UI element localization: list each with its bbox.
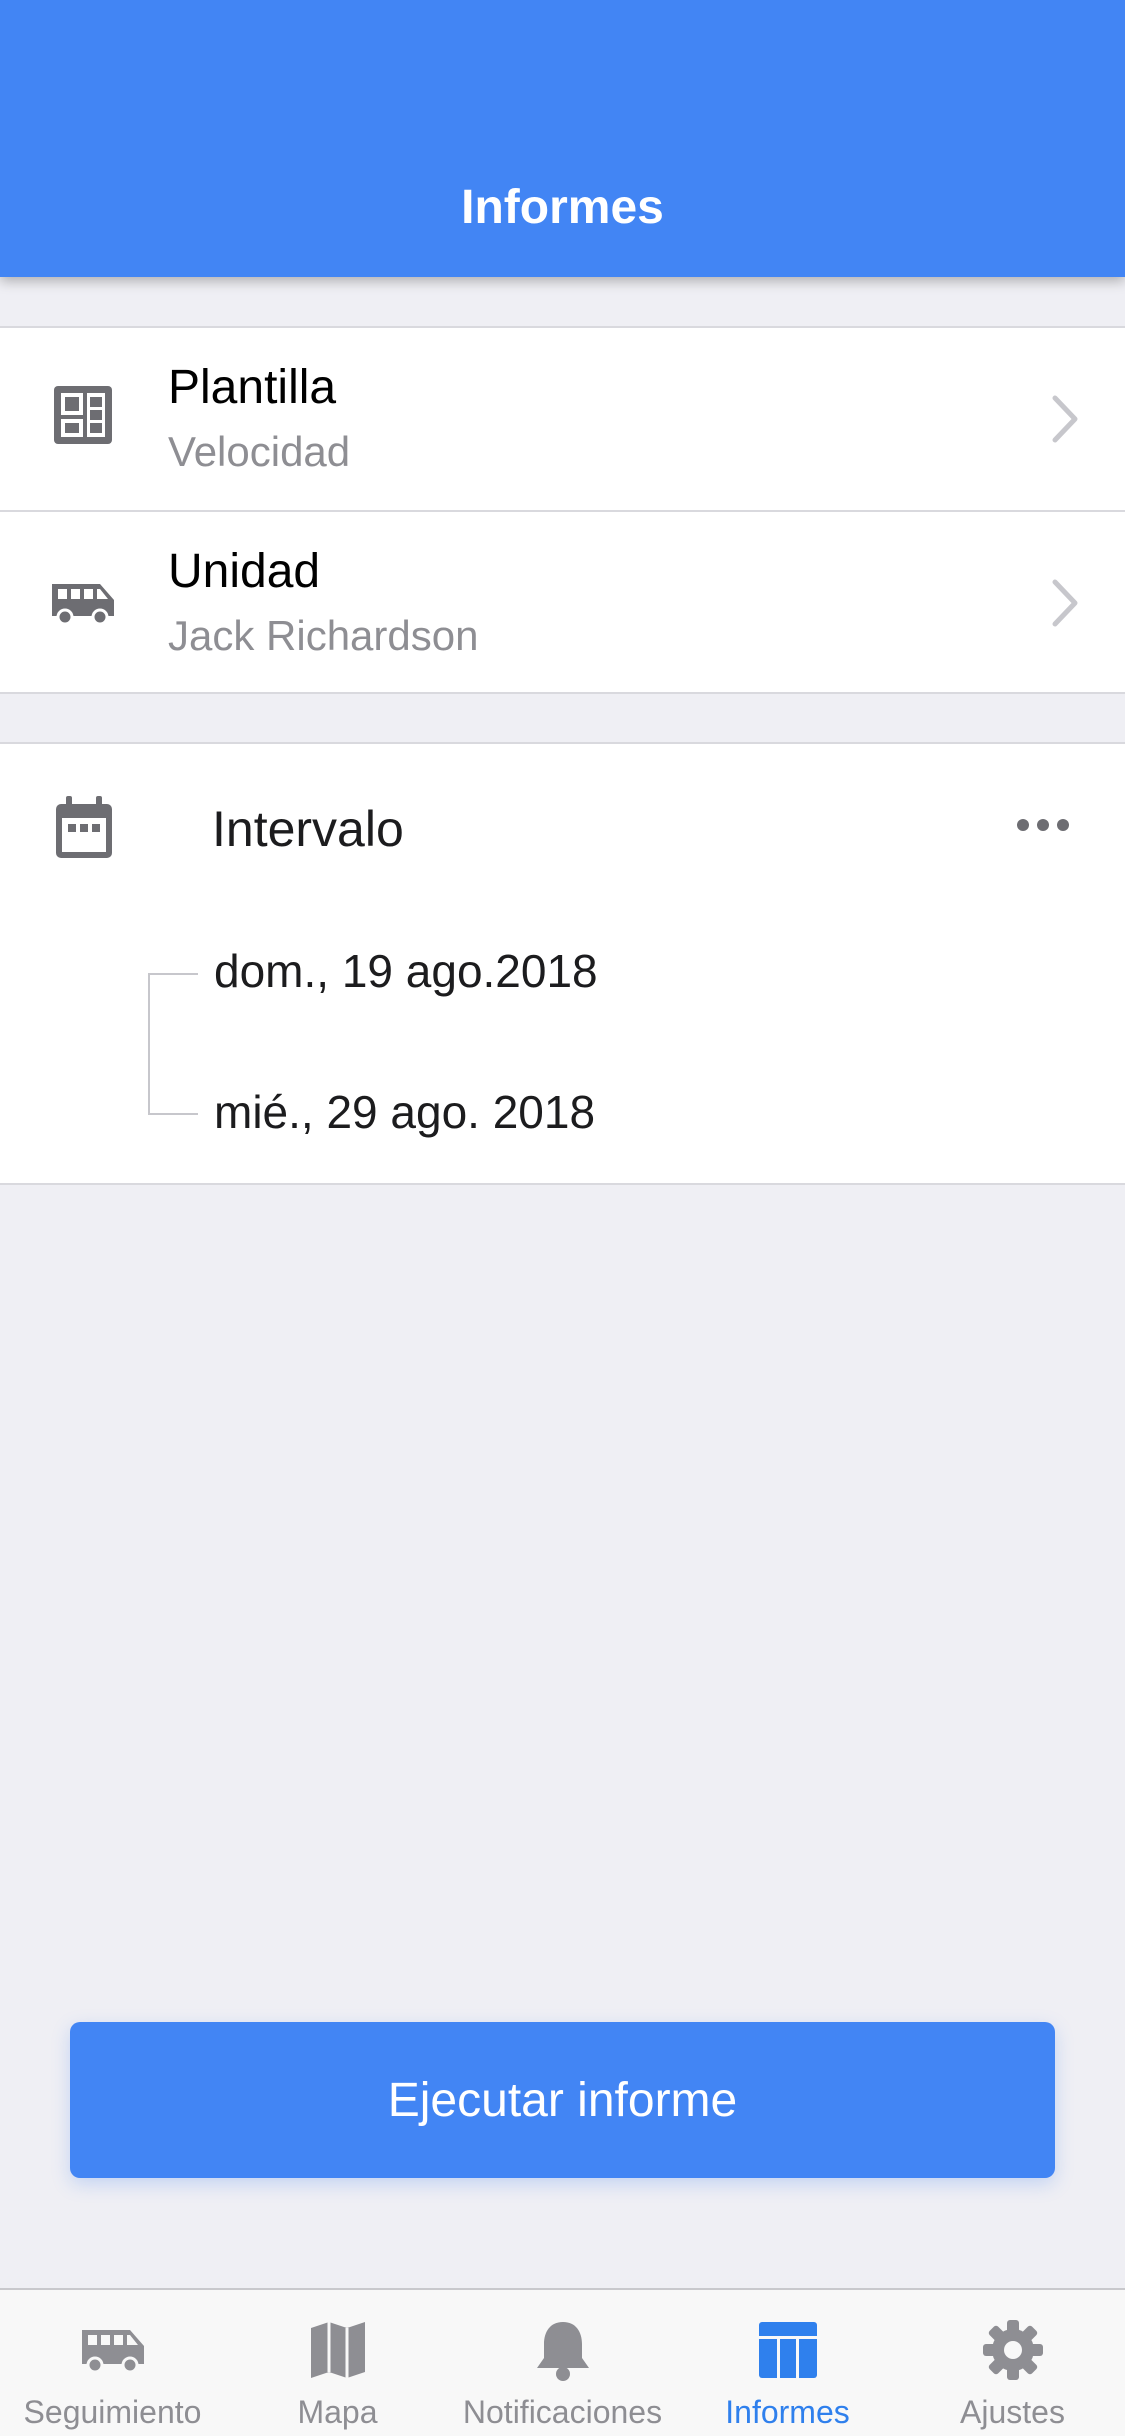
tab-bar: Seguimiento Mapa Notificaciones Informes… xyxy=(0,2288,1125,2436)
template-title: Plantilla xyxy=(168,361,337,414)
more-icon[interactable] xyxy=(1016,815,1070,835)
tab-label: Mapa xyxy=(297,2394,378,2430)
interval-start-date[interactable]: dom., 19 ago.2018 xyxy=(214,944,598,998)
navigation-header: Informes xyxy=(0,0,1125,277)
calendar-icon xyxy=(52,792,116,862)
report-settings-group: Plantilla Velocidad Unidad Jack Richards… xyxy=(0,326,1125,694)
van-icon xyxy=(48,564,118,634)
interval-title: Intervalo xyxy=(212,801,404,857)
chevron-right-icon xyxy=(1045,576,1085,630)
tab-label: Notificaciones xyxy=(462,2394,663,2430)
map-icon xyxy=(303,2318,373,2382)
template-value: Velocidad xyxy=(168,428,351,475)
gear-icon xyxy=(978,2318,1048,2382)
chevron-right-icon xyxy=(1045,392,1085,446)
unit-value: Jack Richardson xyxy=(168,612,479,659)
tab-notifications[interactable]: Notificaciones xyxy=(450,2290,675,2436)
tab-label: Informes xyxy=(725,2394,850,2430)
unit-title: Unidad xyxy=(168,545,321,598)
bell-icon xyxy=(528,2318,598,2382)
unit-row[interactable]: Unidad Jack Richardson xyxy=(0,510,1125,692)
run-report-button[interactable]: Ejecutar informe xyxy=(70,2022,1055,2178)
tab-settings[interactable]: Ajustes xyxy=(900,2290,1125,2436)
van-icon xyxy=(78,2318,148,2382)
tab-map[interactable]: Mapa xyxy=(225,2290,450,2436)
tab-tracking[interactable]: Seguimiento xyxy=(0,2290,225,2436)
reports-table-icon xyxy=(753,2318,823,2382)
tab-reports[interactable]: Informes xyxy=(675,2290,900,2436)
template-icon xyxy=(48,380,118,450)
interval-end-date[interactable]: mié., 29 ago. 2018 xyxy=(214,1085,595,1139)
date-range-bracket xyxy=(148,973,198,1115)
tab-label: Ajustes xyxy=(960,2394,1065,2430)
template-row[interactable]: Plantilla Velocidad xyxy=(0,328,1125,510)
tab-label: Seguimiento xyxy=(23,2394,202,2430)
page-title: Informes xyxy=(461,181,664,234)
